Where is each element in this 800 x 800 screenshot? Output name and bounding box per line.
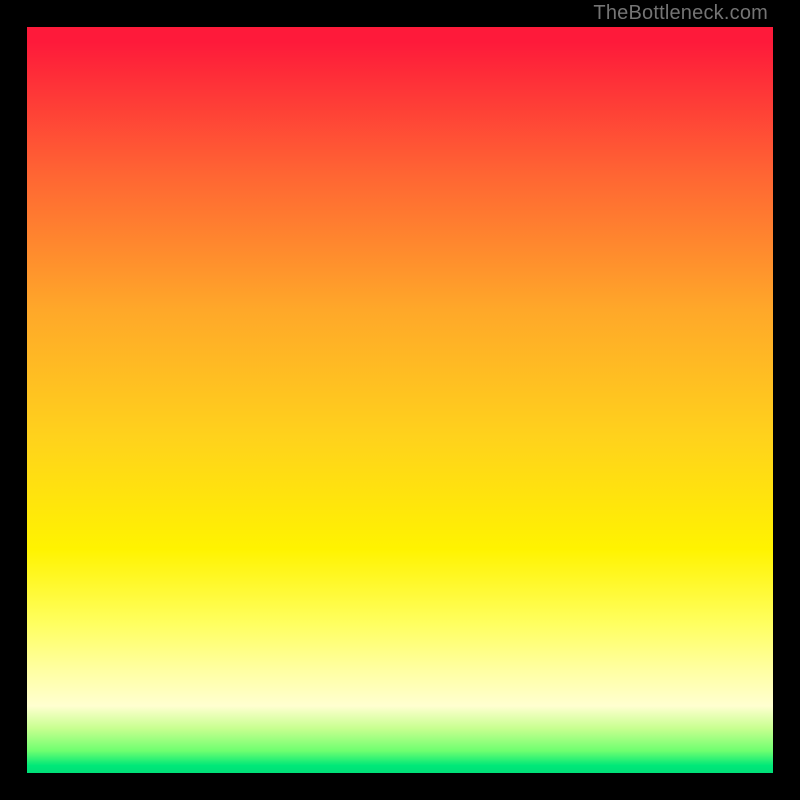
chart-frame: TheBottleneck.com bbox=[0, 0, 800, 800]
plot-area bbox=[27, 27, 773, 773]
watermark-text: TheBottleneck.com bbox=[593, 0, 768, 26]
gradient-background bbox=[27, 27, 773, 773]
